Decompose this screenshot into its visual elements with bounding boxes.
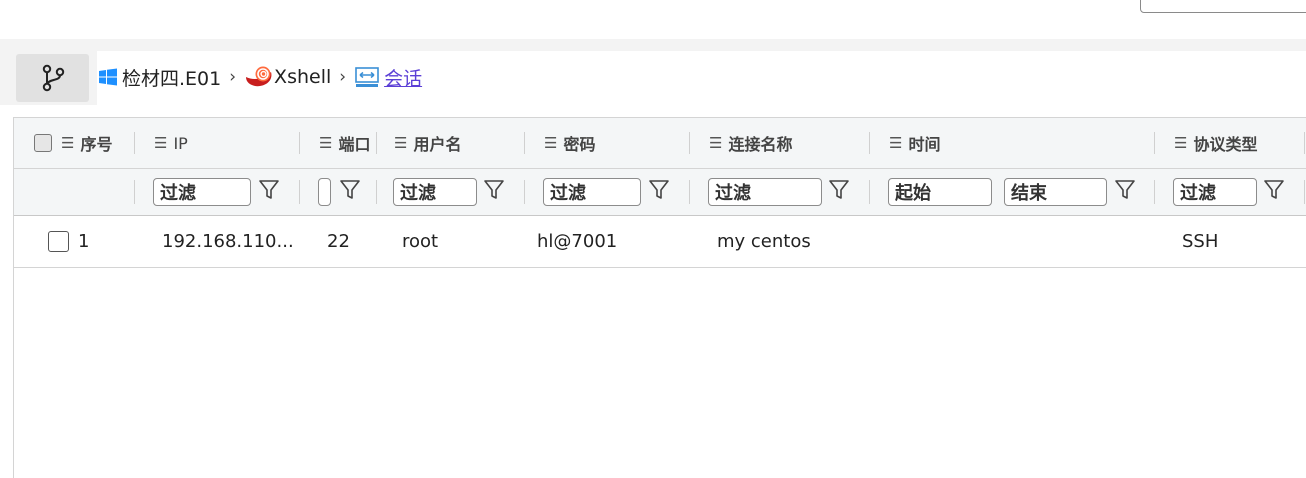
column-header-port[interactable]: ☰ 端口 [319,118,377,168]
column-header-protocol[interactable]: ☰ 协议类型 [1174,118,1257,168]
column-header-label: 协议类型 [1193,135,1258,154]
branch-button[interactable] [16,54,89,102]
column-menu-icon[interactable]: ☰ [709,134,722,152]
filter-icon[interactable] [339,178,361,202]
session-icon [355,67,379,87]
column-divider [869,180,870,204]
column-header-label: 序号 [80,135,113,154]
column-divider[interactable] [299,132,300,154]
ip-filter-input[interactable]: 过滤 [153,178,251,206]
row-port: 22 [327,231,350,252]
column-menu-icon[interactable]: ☰ [319,134,332,152]
column-menu-icon[interactable]: ☰ [394,134,407,152]
column-menu-icon[interactable]: ☰ [889,134,902,152]
column-divider[interactable] [869,132,870,154]
column-menu-icon[interactable]: ☰ [61,134,74,152]
column-divider [1304,180,1305,204]
row-connection-name: my centos [717,231,811,252]
column-divider [1154,180,1155,204]
protocol-filter-input[interactable]: 过滤 [1173,178,1257,206]
filter-row: 过滤 过滤 过滤 过滤 起始 结束 过滤 [14,169,1306,216]
table-row[interactable]: 1 192.168.110... 22 root hl@7001 my cent… [14,216,1306,268]
breadcrumb: 检材四.E01 › Xshell › 会话 [98,64,422,90]
row-protocol: SSH [1182,231,1219,252]
column-header-label: 端口 [338,135,371,154]
top-search-box[interactable] [1140,0,1306,13]
row-ip: 192.168.110... [162,231,294,252]
session-table: ☰ 序号 ☰ IP ☰ 端口 ☰ 用户名 ☰ 密码 ☰ 连接名称 ☰ 时间 ☰ … [13,117,1306,478]
username-filter-input[interactable]: 过滤 [393,178,477,206]
filter-icon[interactable] [828,178,850,202]
column-header-label: 连接名称 [728,135,793,154]
xshell-icon [246,66,272,87]
column-header-password[interactable]: ☰ 密码 [544,118,595,168]
column-header-ip[interactable]: ☰ IP [154,118,188,168]
table-header: ☰ 序号 ☰ IP ☰ 端口 ☰ 用户名 ☰ 密码 ☰ 连接名称 ☰ 时间 ☰ … [14,118,1306,169]
row-index-cell: 1 [48,216,89,267]
time-start-filter-input[interactable]: 起始 [888,178,992,206]
row-password: hl@7001 [537,231,618,252]
column-divider [134,180,135,204]
connection-name-filter-input[interactable]: 过滤 [708,178,822,206]
row-username: root [402,231,439,252]
column-header-index[interactable]: ☰ 序号 [34,118,112,168]
column-divider [376,180,377,204]
time-end-filter-input[interactable]: 结束 [1004,178,1107,206]
column-divider[interactable] [689,132,690,154]
column-divider[interactable] [1154,132,1155,154]
breadcrumb-item-xshell[interactable]: Xshell [244,65,331,89]
select-all-checkbox[interactable] [34,134,52,152]
row-checkbox[interactable] [48,231,69,252]
filter-icon[interactable] [258,178,280,202]
column-header-label: 密码 [563,135,596,154]
breadcrumb-item-evidence[interactable]: 检材四.E01 [98,64,221,91]
column-header-connection-name[interactable]: ☰ 连接名称 [709,118,792,168]
column-header-username[interactable]: ☰ 用户名 [394,118,461,168]
column-divider[interactable] [1304,132,1305,154]
column-header-label: 用户名 [413,135,462,154]
column-divider [689,180,690,204]
column-divider [299,180,300,204]
port-filter-input[interactable] [318,178,331,206]
row-index: 1 [78,231,90,252]
branch-icon [42,64,64,92]
breadcrumb-item-label: 检材四.E01 [122,67,222,90]
column-menu-icon[interactable]: ☰ [1174,134,1187,152]
breadcrumb-item-label: 会话 [384,67,423,90]
filter-icon[interactable] [1114,178,1136,202]
breadcrumb-item-label: Xshell [274,66,332,88]
password-filter-input[interactable]: 过滤 [543,178,641,206]
breadcrumb-separator: › [339,67,347,87]
column-divider[interactable] [134,132,135,154]
breadcrumb-item-sessions[interactable]: 会话 [354,64,422,91]
column-header-label: 时间 [908,135,941,154]
column-header-label: IP [173,133,188,153]
column-divider[interactable] [524,132,525,154]
column-menu-icon[interactable]: ☰ [154,134,167,152]
filter-icon[interactable] [1263,178,1285,202]
column-header-time[interactable]: ☰ 时间 [889,118,940,168]
column-divider[interactable] [376,132,377,154]
windows-icon [99,68,117,86]
breadcrumb-separator: › [229,67,237,87]
column-menu-icon[interactable]: ☰ [544,134,557,152]
column-divider [524,180,525,204]
filter-icon[interactable] [483,178,505,202]
filter-icon[interactable] [648,178,670,202]
